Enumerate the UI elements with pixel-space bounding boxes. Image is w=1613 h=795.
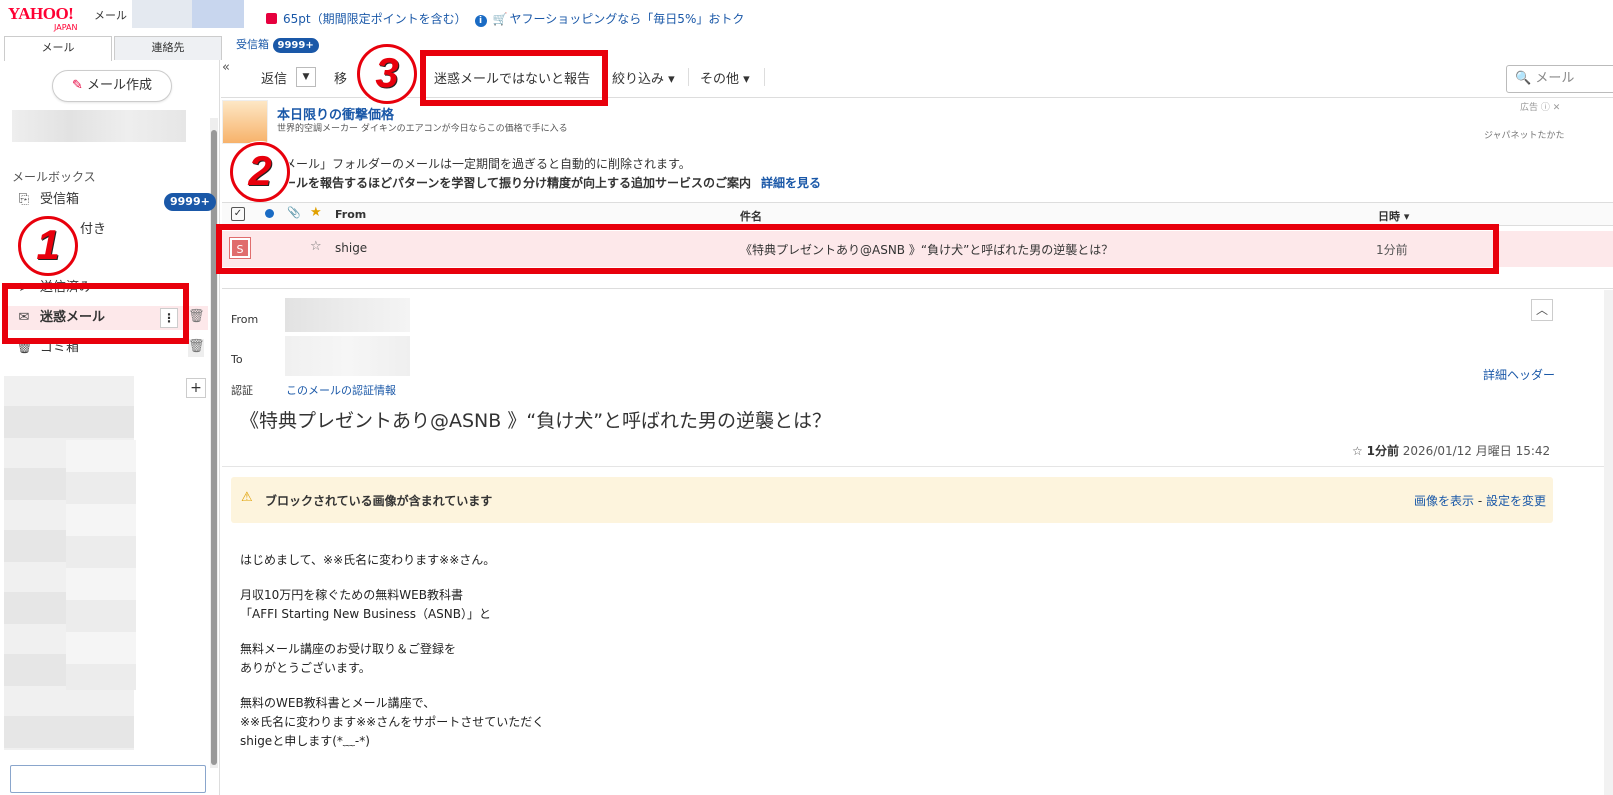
spam-service-notice: ールを報告するほどパターンを学習して振り分け精度が向上する追加サービスのご案内詳…: [284, 174, 821, 191]
annotation-box-2: [216, 224, 1499, 274]
divider: [222, 288, 1613, 289]
relative-time: 1分前: [1366, 444, 1399, 458]
ad-description[interactable]: 世界的空調メーカー ダイキンのエアコンが今日ならこの価格で手に入る: [277, 121, 568, 134]
empty-spam-icon[interactable]: 🗑: [188, 309, 205, 327]
empty-trash-icon[interactable]: 🗑: [188, 339, 205, 357]
collapse-sidebar-icon[interactable]: «: [222, 60, 230, 75]
ad-label-text: 広告: [1520, 103, 1539, 113]
sidebar-item-label: 受信箱: [40, 192, 80, 207]
pencil-icon: ✎: [72, 78, 83, 93]
column-subject[interactable]: 件名: [740, 208, 762, 224]
toolbar-divider: [688, 68, 689, 86]
spam-service-text: ールを報告するほどパターンを学習して振り分け精度が向上する追加サービスのご案内: [284, 176, 752, 190]
annotation-box-3: [420, 50, 608, 106]
sidebar-item-inbox[interactable]: ⎘ 受信箱: [16, 188, 79, 212]
from-label: From: [231, 313, 259, 326]
annotation-number-3: 3: [357, 44, 417, 104]
message-scrollbar[interactable]: [1604, 290, 1613, 795]
blurred-sender: [285, 298, 410, 332]
to-label: To: [231, 353, 243, 366]
blurred-recipient: [285, 336, 410, 376]
search-placeholder: メール: [1535, 71, 1575, 86]
blurred-region: [192, 0, 244, 28]
more-button[interactable]: その他 ▾: [700, 68, 750, 87]
divider: [222, 466, 1613, 467]
annotation-box-1: [2, 283, 189, 344]
body-paragraph: 月収10万円を稼ぐための無料WEB教科書 「AFFI Starting New …: [240, 588, 491, 621]
bottom-sidebar-button[interactable]: [10, 765, 206, 793]
search-icon: 🔍: [1515, 71, 1532, 86]
cart-icon: 🛒: [492, 12, 508, 26]
sidebar-item-starred[interactable]: 付き: [80, 218, 106, 242]
ad-sponsor: ジャパネットたかた: [1484, 131, 1565, 141]
logo-sub: JAPAN: [54, 23, 78, 32]
promo-bar[interactable]: 65pt（期間限定ポイントを含む） i 🛒 ヤフーショッピングなら「毎日5%」おトク: [266, 10, 744, 27]
search-input[interactable]: 🔍 メール: [1506, 65, 1613, 93]
move-button[interactable]: 移: [334, 68, 347, 87]
reply-button[interactable]: 返信: [261, 68, 287, 87]
info-icon[interactable]: i: [474, 15, 487, 27]
message-datetime: 2026/01/12 月曜日 15:42: [1402, 444, 1551, 458]
show-images-link[interactable]: 画像を表示: [1414, 494, 1474, 508]
star-column-icon[interactable]: ★: [310, 205, 322, 220]
attachment-column-icon[interactable]: 📎: [287, 206, 301, 219]
annotation-number-1: 1: [18, 216, 78, 276]
unread-column-icon[interactable]: [265, 209, 274, 218]
change-settings-link[interactable]: 設定を変更: [1486, 494, 1546, 508]
auth-label: 認証: [231, 384, 253, 397]
select-all-checkbox[interactable]: ✓: [231, 207, 245, 221]
column-date[interactable]: 日時 ▾: [1378, 208, 1409, 224]
add-folder-button[interactable]: +: [186, 378, 206, 398]
points-text[interactable]: 65pt（期間限定ポイントを含む）: [283, 12, 467, 26]
body-paragraph: 無料メール講座のお受け取り＆ご登録を ありがとうございます。: [240, 642, 457, 675]
inbox-icon: ⎘: [18, 192, 30, 207]
ad-image[interactable]: [222, 100, 268, 144]
inbox-unread-badge: 9999+: [164, 193, 216, 211]
yahoo-logo[interactable]: YAHOO! JAPAN メール: [8, 4, 128, 38]
body-paragraph: 無料のWEB教科書とメール講座で、 ※※氏名に変わります※※さんをサポートさせて…: [240, 696, 545, 748]
link-separator: -: [1474, 494, 1486, 508]
message-subject: 《特典プレゼントあり@ASNB 》“負け犬”と呼ばれた男の逆襲とは？: [240, 410, 832, 432]
details-link[interactable]: 詳細を見る: [761, 176, 821, 190]
mailbox-heading: メールボックス: [12, 170, 96, 184]
body-paragraph: はじめまして、※※氏名に変わります※※さん。: [240, 553, 496, 567]
shopping-promo-link[interactable]: ヤフーショッピングなら「毎日5%」おトク: [510, 12, 745, 26]
sidebar-item-label: 付き: [80, 222, 107, 237]
message-body: はじめまして、※※氏名に変わります※※さん。 月収10万円を稼ぐための無料WEB…: [240, 551, 544, 767]
tab-inbox-label: 受信箱: [236, 38, 269, 51]
blurred-account: [12, 110, 186, 142]
spam-notice-text: メール」フォルダーのメールは一定期間を過ぎると自動的に削除されます。: [284, 157, 691, 171]
points-icon: [266, 13, 277, 24]
logo-text: YAHOO!: [8, 4, 74, 23]
warning-icon: ⚠: [241, 490, 253, 505]
star-icon[interactable]: ☆: [1352, 444, 1363, 458]
tab-mail[interactable]: メール: [4, 36, 112, 61]
compose-label: メール作成: [86, 78, 152, 93]
blocked-images-actions: 画像を表示 - 設定を変更: [1414, 492, 1546, 509]
toolbar-divider: [764, 68, 765, 86]
ad-label: 広告 ⓘ ✕: [1520, 103, 1561, 113]
reply-dropdown-icon[interactable]: ▼: [296, 67, 316, 87]
message-meta: ☆ 1分前 2026/01/12 月曜日 15:42: [1352, 442, 1550, 459]
blocked-images-text: ブロックされている画像が含まれています: [265, 494, 493, 508]
blurred-region: [132, 0, 192, 28]
auth-info-link[interactable]: このメールの認証情報: [286, 382, 396, 398]
blurred-folders: [66, 440, 136, 690]
detail-header-link[interactable]: 詳細ヘッダー: [1483, 366, 1555, 383]
tab-contacts[interactable]: 連絡先: [114, 36, 222, 60]
logo-service: メール: [94, 9, 127, 22]
inbox-count-badge: 9999+: [272, 38, 319, 53]
collapse-detail-icon[interactable]: ︿: [1531, 299, 1553, 321]
tab-inbox[interactable]: 受信箱 9999+: [236, 36, 319, 53]
annotation-number-2: 2: [230, 142, 290, 202]
filter-button[interactable]: 絞り込み ▾: [612, 68, 675, 87]
column-from[interactable]: From: [335, 208, 366, 221]
compose-button[interactable]: ✎ メール作成: [52, 70, 172, 102]
